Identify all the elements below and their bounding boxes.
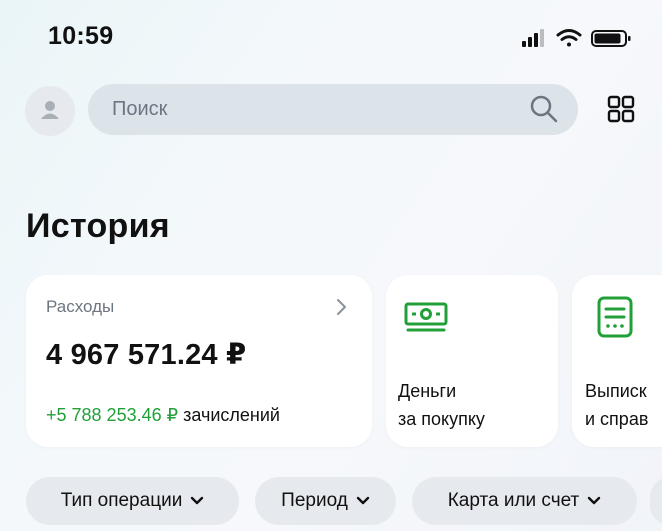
chevron-down-icon bbox=[588, 496, 601, 505]
money-card-line1: Деньги bbox=[398, 381, 457, 401]
income-amount: +5 788 253.46 ₽ bbox=[46, 405, 179, 425]
status-time: 10:59 bbox=[48, 22, 114, 50]
document-icon bbox=[597, 296, 633, 338]
user-icon bbox=[41, 101, 59, 119]
expenses-amount: 4 967 571.24 ₽ bbox=[46, 339, 247, 371]
wifi-icon bbox=[556, 29, 582, 47]
statements-card-label: Выписк и справ bbox=[585, 377, 648, 433]
page-title: История bbox=[26, 207, 170, 245]
filter-card-or-account[interactable]: Карта или счет bbox=[412, 477, 637, 525]
search-placeholder: Поиск bbox=[112, 98, 168, 120]
statements-card-line1: Выписк bbox=[585, 381, 647, 401]
search-icon[interactable] bbox=[528, 93, 560, 125]
income-suffix: зачислений bbox=[178, 405, 280, 425]
money-card-label: Деньги за покупку bbox=[398, 377, 485, 433]
chevron-down-icon bbox=[356, 496, 370, 505]
filter-card-or-account-label: Карта или счет bbox=[447, 490, 580, 511]
avatar[interactable] bbox=[25, 86, 75, 136]
grid-menu-icon[interactable] bbox=[607, 95, 635, 123]
income-summary: +5 788 253.46 ₽ зачислений bbox=[46, 405, 280, 426]
filter-more[interactable] bbox=[650, 477, 662, 525]
filter-period[interactable]: Период bbox=[255, 477, 396, 525]
filter-operation-type[interactable]: Тип операции bbox=[26, 477, 239, 525]
signal-icon bbox=[522, 29, 544, 47]
filter-operation-type-label: Тип операции bbox=[60, 490, 183, 511]
cash-icon bbox=[404, 302, 448, 332]
expenses-label: Расходы bbox=[46, 297, 115, 316]
battery-icon bbox=[591, 30, 631, 47]
status-icons bbox=[522, 29, 631, 47]
money-card-line2: за покупку bbox=[398, 409, 485, 429]
statements-card-line2: и справ bbox=[585, 409, 649, 429]
filter-period-label: Период bbox=[281, 490, 348, 511]
chevron-right-icon bbox=[337, 299, 346, 315]
chevron-down-icon bbox=[191, 496, 204, 505]
